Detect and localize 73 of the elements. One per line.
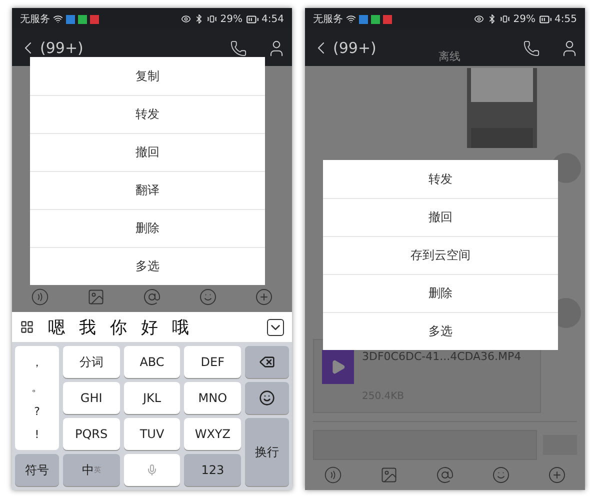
bluetooth-icon	[194, 14, 204, 24]
menu-item[interactable]: 转发	[30, 95, 265, 133]
menu-item[interactable]: 存到云空间	[323, 236, 558, 274]
battery-icon	[246, 12, 259, 26]
punctuation-mark: ?	[34, 405, 40, 418]
emoji-icon	[259, 390, 275, 406]
microphone-icon	[146, 464, 158, 476]
battery-percent: 29%	[220, 14, 243, 24]
menu-item[interactable]: 撤回	[323, 198, 558, 236]
menu-item[interactable]: 转发	[323, 160, 558, 198]
video-file-icon	[322, 350, 354, 384]
battery-icon	[538, 12, 552, 26]
candidate-word[interactable]: 你	[110, 316, 127, 338]
emoji-key[interactable]	[245, 382, 289, 414]
menu-item[interactable]: 删除	[30, 209, 265, 247]
clock-time: 4:55	[554, 14, 577, 24]
candidate-word[interactable]: 好	[141, 316, 158, 338]
symbols-key[interactable]: 符号	[15, 454, 59, 486]
carrier-label: 无服务	[313, 13, 343, 26]
letter-key[interactable]: TUV	[124, 418, 180, 450]
emoji-icon[interactable]	[199, 288, 217, 306]
candidate-word[interactable]: 哦	[172, 316, 189, 338]
letter-key[interactable]: PQRS	[63, 418, 120, 450]
letter-key[interactable]: WXYZ	[184, 418, 241, 450]
menu-item[interactable]: 撤回	[30, 133, 265, 171]
backspace-key[interactable]	[245, 346, 289, 378]
add-icon[interactable]	[255, 288, 273, 306]
punctuation-mark: ，	[32, 355, 42, 370]
punctuation-key[interactable]: ， 。 ? !	[15, 346, 59, 450]
carrier-label: 无服务	[20, 13, 50, 26]
punctuation-mark: !	[34, 428, 40, 441]
menu-item[interactable]: 多选	[30, 247, 265, 285]
mention-icon[interactable]	[143, 288, 161, 306]
eye-icon	[181, 14, 192, 24]
contact-status: 离线	[438, 49, 461, 64]
voice-icon[interactable]	[324, 466, 342, 484]
add-icon[interactable]	[548, 466, 566, 484]
enter-key[interactable]: 换行	[245, 418, 289, 486]
candidate-word[interactable]: 嗯	[48, 316, 65, 338]
vibrate-icon	[207, 14, 218, 24]
letter-key[interactable]: 分词	[63, 346, 120, 378]
vibrate-icon	[500, 14, 510, 24]
keyboard-hide-icon[interactable]	[267, 318, 284, 336]
wifi-icon	[346, 14, 356, 24]
image-icon[interactable]	[87, 288, 105, 306]
letter-key[interactable]: ABC	[124, 346, 180, 378]
unread-count[interactable]: (99+)	[333, 39, 376, 57]
image-icon[interactable]	[380, 466, 398, 484]
letter-key[interactable]: JKL	[124, 382, 180, 414]
letter-key[interactable]: GHI	[63, 382, 120, 414]
menu-item[interactable]: 多选	[323, 312, 558, 350]
clock-time: 4:54	[262, 14, 284, 24]
letter-key[interactable]: DEF	[184, 346, 241, 378]
bluetooth-icon	[487, 14, 498, 24]
letter-key[interactable]: MNO	[184, 382, 241, 414]
punctuation-mark: 。	[32, 380, 42, 395]
backspace-icon	[259, 354, 275, 370]
unread-count[interactable]: (99+)	[40, 39, 84, 57]
file-name: 3DF0C6DC-41...4CDA36.MP4	[362, 350, 522, 363]
candidate-word[interactable]: 我	[79, 316, 96, 338]
phone-icon[interactable]	[230, 40, 247, 56]
mention-icon[interactable]	[436, 466, 454, 484]
battery-percent: 29%	[513, 14, 536, 24]
grid-icon[interactable]	[20, 320, 34, 334]
eye-icon	[474, 14, 484, 24]
phone-icon[interactable]	[523, 40, 540, 56]
menu-item[interactable]: 翻译	[30, 171, 265, 209]
menu-item[interactable]: 删除	[323, 274, 558, 312]
menu-item[interactable]: 复制	[30, 57, 265, 95]
voice-icon[interactable]	[31, 288, 49, 306]
wifi-icon	[53, 14, 63, 24]
emoji-icon[interactable]	[492, 466, 510, 484]
numbers-key[interactable]: 123	[184, 454, 241, 486]
